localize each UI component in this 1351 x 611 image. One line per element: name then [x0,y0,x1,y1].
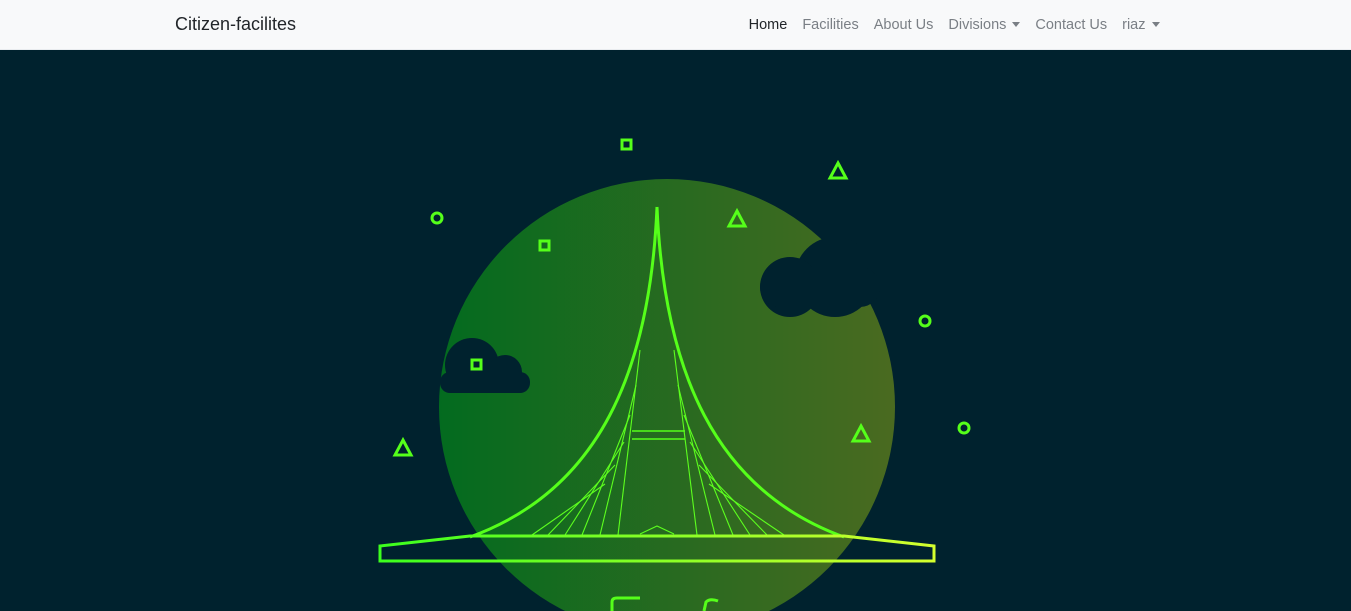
brand-logo-link[interactable]: Citizen-facilites [175,14,296,35]
triangle-icon [392,436,414,457]
bridge-illustration [378,138,971,611]
circle-icon [918,314,932,328]
caret-down-icon [1012,21,1021,27]
nav-item-divisions-dropdown[interactable]: Divisions [941,17,1028,33]
nav-item-facilities[interactable]: Facilities [795,17,866,33]
nav-menu: Home Facilities About Us Divisions Conta… [741,17,1167,33]
nav-item-home[interactable]: Home [741,17,795,33]
nav-item-user-label: riaz [1122,17,1146,33]
nav-item-about-us-label: About Us [873,17,934,33]
circle-icon [430,211,444,225]
nav-item-divisions-label: Divisions [948,17,1007,33]
hero-section [0,50,1351,611]
nav-item-home-label: Home [748,17,788,33]
top-navbar: Citizen-facilites Home Facilities About … [0,0,1351,50]
nav-item-about-us[interactable]: About Us [866,17,941,33]
nav-item-facilities-label: Facilities [802,17,859,33]
caret-down-icon [1151,21,1160,27]
nav-item-contact-us[interactable]: Contact Us [1028,17,1115,33]
nav-item-contact-us-label: Contact Us [1035,17,1108,33]
square-icon [620,138,633,151]
nav-item-user-dropdown[interactable]: riaz [1115,17,1167,33]
triangle-icon [827,159,849,180]
circle-icon [957,421,971,435]
